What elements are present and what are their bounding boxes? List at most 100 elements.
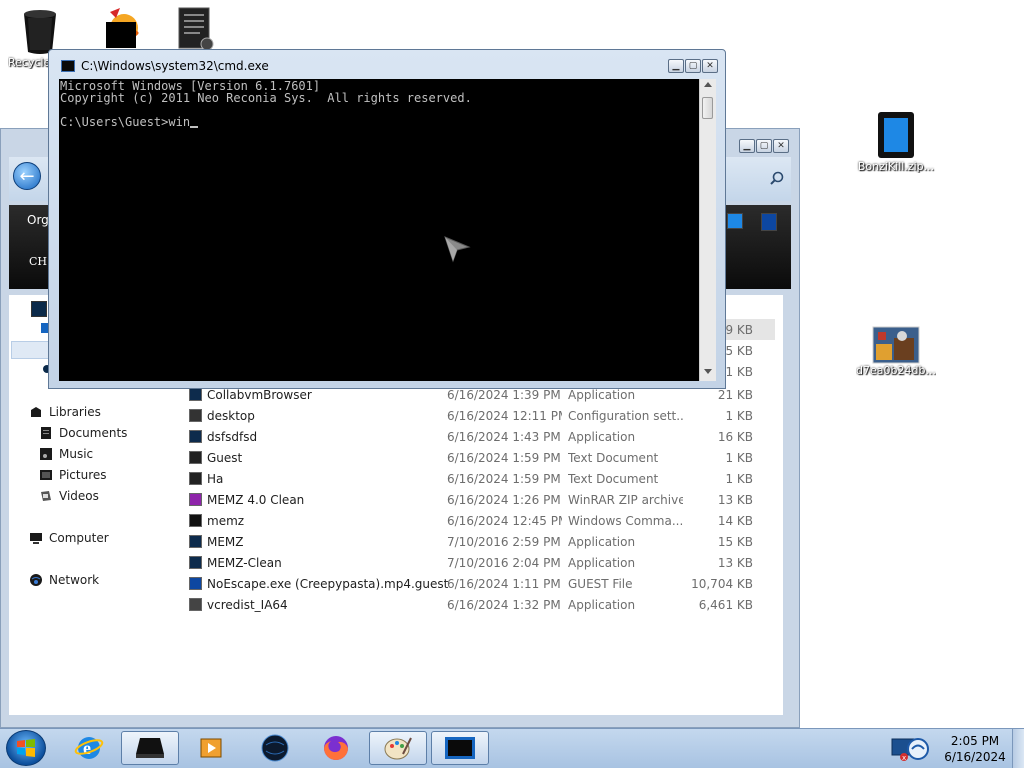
minimize-button[interactable]: ▁	[739, 139, 755, 153]
file-row[interactable]: Guest 6/16/2024 1:59 PM Text Document 1 KB	[177, 448, 783, 469]
desktop-icon-bonzikill-zip[interactable]: BonziKill.zip...	[856, 110, 936, 173]
file-name: NoEscape.exe (Creepypasta).mp4.guest	[207, 577, 449, 591]
sidebar-item-label: Computer	[49, 531, 109, 545]
system-clock[interactable]: 2:05 PM 6/16/2024	[940, 733, 1010, 765]
file-name: Ha	[207, 472, 224, 486]
text-file-icon	[189, 472, 202, 485]
sidebar-item-label: Libraries	[49, 405, 101, 419]
file-date: 6/16/2024 1:11 PM	[447, 577, 561, 591]
console-output[interactable]: Microsoft Windows [Version 6.1.7601] Copy…	[59, 79, 699, 381]
scroll-down-arrow-icon[interactable]	[704, 369, 712, 374]
taskbar-button-globe[interactable]	[246, 731, 304, 765]
sidebar-item-videos[interactable]: Videos	[39, 487, 99, 505]
file-name: vcredist_IA64	[207, 598, 288, 612]
file-row[interactable]: MEMZ 7/10/2016 2:59 PM Application 15 KB	[177, 532, 783, 553]
file-name: dsfsdfsd	[207, 430, 258, 444]
sidebar-item-computer[interactable]: Computer	[29, 529, 109, 547]
black-app-icon	[136, 738, 164, 758]
file-row[interactable]: memz 6/16/2024 12:45 PM Windows Comma... 14…	[177, 511, 783, 532]
maximize-button[interactable]: ▢	[756, 139, 772, 153]
taskbar-button-paint[interactable]	[369, 731, 427, 765]
sidebar-item-label: Network	[49, 573, 100, 587]
windows-logo-icon	[17, 739, 35, 757]
desktop-icon-image[interactable]: d7ea0b24db...	[856, 326, 936, 377]
file-size: 1 KB	[725, 472, 753, 486]
file-name: MEMZ 4.0 Clean	[207, 493, 305, 507]
internet-explorer-icon: e	[74, 737, 104, 759]
file-date: 6/16/2024 12:45 PM	[447, 514, 562, 528]
file-row[interactable]: MEMZ 4.0 Clean 6/16/2024 1:26 PM WinRAR ZI…	[177, 490, 783, 511]
guest-file-icon	[189, 577, 202, 590]
desktop-icon-label: BonziKill.zip...	[857, 160, 935, 173]
start-button[interactable]	[6, 730, 46, 766]
file-row[interactable]: dsfsdfsd 6/16/2024 1:43 PM Application 16 K…	[177, 427, 783, 448]
close-button[interactable]: ✕	[773, 139, 789, 153]
installer-icon	[189, 598, 202, 611]
close-button[interactable]: ✕	[702, 59, 718, 73]
file-name: MEMZ-Clean	[207, 556, 282, 570]
file-size: 21 KB	[717, 388, 753, 402]
file-row[interactable]: MEMZ-Clean 7/10/2016 2:04 PM Application 13…	[177, 553, 783, 574]
file-size: 13 KB	[717, 556, 753, 570]
file-size: 16 KB	[717, 430, 753, 444]
console-line: Copyright (c) 2011 Neo Reconia Sys. All …	[60, 91, 472, 105]
taskbar-button-internet-explorer[interactable]: e	[60, 731, 118, 765]
sidebar-item-label: Music	[59, 447, 94, 461]
file-size: 1 KB	[725, 409, 753, 423]
file-row[interactable]: Ha 6/16/2024 1:59 PM Text Document 1 KB	[177, 469, 783, 490]
pictures-icon	[40, 470, 52, 480]
action-center-icon[interactable]: x	[890, 733, 932, 763]
file-size: 1 KB	[725, 451, 753, 465]
minimize-button[interactable]: ▁	[668, 59, 684, 73]
file-row[interactable]: NoEscape.exe (Creepypasta).mp4.guest 6/16…	[177, 574, 783, 595]
taskbar-button-media-player[interactable]	[182, 731, 240, 765]
music-icon	[40, 448, 52, 460]
organize-menu[interactable]: Org	[27, 213, 49, 227]
file-date: 6/16/2024 1:59 PM	[447, 472, 561, 486]
mouse-pointer-icon	[444, 236, 471, 263]
file-date: 7/10/2016 2:04 PM	[447, 556, 561, 570]
nav-partial-item	[31, 301, 47, 317]
sidebar-item-label: Documents	[59, 426, 128, 440]
paint-icon	[384, 737, 412, 760]
file-name: CollabvmBrowser	[207, 388, 312, 402]
back-arrow-icon[interactable]: ←	[13, 162, 41, 190]
bonzi-parrot-icon	[106, 8, 139, 48]
taskbar-button-black-app[interactable]	[121, 731, 179, 765]
desktop-icon-bonzi[interactable]	[76, 6, 156, 50]
cmd-window[interactable]: C:\Windows\system32\cmd.exe ▁ ▢ ✕ Micros…	[48, 49, 726, 389]
file-name: MEMZ	[207, 535, 244, 549]
show-desktop-button[interactable]	[1012, 729, 1024, 768]
maximize-button[interactable]: ▢	[685, 59, 701, 73]
desktop-icon-label: d7ea0b24db...	[856, 364, 936, 377]
computer-icon	[30, 533, 42, 544]
file-date: 6/16/2024 1:59 PM	[447, 451, 561, 465]
file-date: 6/16/2024 1:43 PM	[447, 430, 561, 444]
window-title: C:\Windows\system32\cmd.exe	[81, 59, 269, 73]
desktop-icon-document[interactable]	[155, 6, 235, 52]
sidebar-item-network[interactable]: Network	[29, 571, 99, 589]
file-date: 6/16/2024 1:26 PM	[447, 493, 561, 507]
file-date: 7/10/2016 2:59 PM	[447, 535, 561, 549]
cmd-window-controls: ▁ ▢ ✕	[668, 59, 718, 73]
console-line: C:\Users\Guest>win	[60, 115, 191, 129]
file-name: Guest	[207, 451, 243, 465]
file-size: 13 KB	[717, 493, 753, 507]
file-size: 6,461 KB	[698, 598, 753, 612]
sidebar-item-music[interactable]: Music	[39, 445, 93, 463]
file-row[interactable]: desktop 6/16/2024 12:11 PM Configuration s…	[177, 406, 783, 427]
scrollbar-thumb[interactable]	[702, 97, 713, 119]
sidebar-item-pictures[interactable]: Pictures	[39, 466, 107, 484]
svg-text:x: x	[902, 754, 906, 762]
file-row[interactable]: vcredist_IA64 6/16/2024 1:32 PM Applicatio…	[177, 595, 783, 616]
scroll-up-arrow-icon[interactable]	[704, 82, 712, 87]
vertical-scrollbar[interactable]	[699, 79, 716, 381]
taskbar-button-cmd[interactable]	[431, 731, 489, 765]
sidebar-item-documents[interactable]: Documents	[39, 424, 127, 442]
sidebar-item-libraries[interactable]: Libraries	[29, 403, 101, 421]
search-icon[interactable]	[770, 171, 784, 185]
firefox-icon	[324, 736, 348, 760]
winrar-icon	[189, 493, 202, 506]
taskbar-button-firefox[interactable]	[307, 731, 365, 765]
application-icon	[189, 556, 202, 569]
